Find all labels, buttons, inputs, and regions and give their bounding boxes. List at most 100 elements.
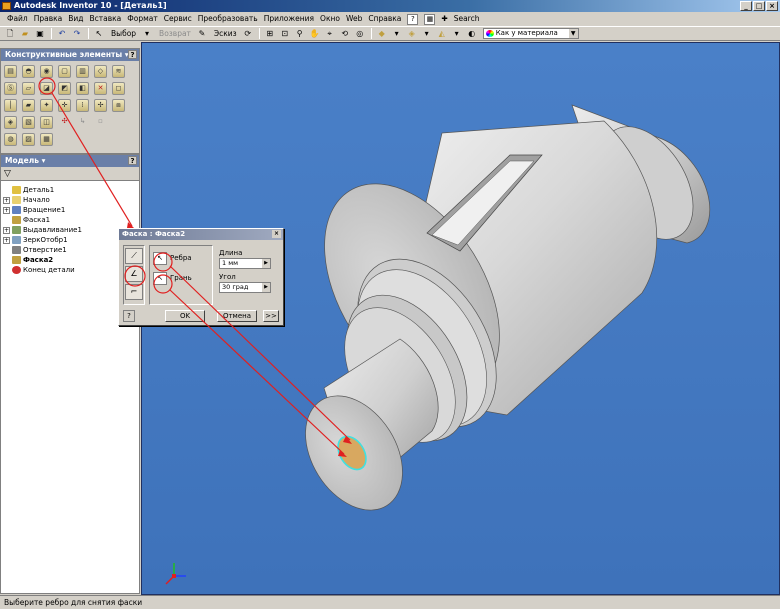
features-help-button[interactable]: ?: [128, 50, 137, 59]
select-arrow-icon[interactable]: ↖: [92, 28, 106, 40]
menu-applications[interactable]: Приложения: [261, 12, 317, 26]
ok-button[interactable]: OK: [165, 310, 205, 322]
parameters-icon[interactable]: ▦: [40, 133, 53, 146]
extrude-icon[interactable]: ▤: [4, 65, 17, 78]
split-icon[interactable]: ✕: [94, 82, 107, 95]
dropdown-arrow-icon[interactable]: ▾: [140, 28, 154, 40]
angle-input[interactable]: 30 град ▶: [219, 282, 271, 293]
loft-icon[interactable]: ◇: [94, 65, 107, 78]
sweep-icon[interactable]: ≋: [112, 65, 125, 78]
coil-icon[interactable]: Ⓢ: [4, 82, 17, 95]
redo-icon[interactable]: ↷: [70, 28, 84, 40]
tree-item-end-of-part[interactable]: Конец детали: [3, 265, 137, 275]
tree-item-origin[interactable]: + Начало: [3, 195, 137, 205]
color-icon[interactable]: ◐: [465, 28, 479, 40]
zoom-icon[interactable]: ⚲: [293, 28, 307, 40]
chamfer-dialog-titlebar[interactable]: Фаска : Фаска2 ×: [119, 229, 283, 240]
menu-window[interactable]: Окно: [317, 12, 343, 26]
save-icon[interactable]: ▣: [33, 28, 47, 40]
move-face-icon[interactable]: ◻: [112, 82, 125, 95]
new-file-icon[interactable]: 🗋: [3, 28, 17, 40]
ipart-icon[interactable]: ▨: [22, 133, 35, 146]
work-point-icon[interactable]: ✦: [40, 99, 53, 112]
mirror-icon[interactable]: ⧈: [112, 99, 125, 112]
face-select-arrow-icon[interactable]: ↖: [153, 271, 167, 285]
sketch-button[interactable]: Эскиз: [210, 28, 241, 40]
work-axis-icon[interactable]: │: [4, 99, 17, 112]
work-feature-dropdown-icon[interactable]: ✣: [58, 116, 71, 129]
help-question-icon[interactable]: ?: [407, 13, 419, 25]
menu-insert[interactable]: Вставка: [87, 12, 125, 26]
expand-icon[interactable]: +: [3, 236, 10, 244]
material-color-combo[interactable]: Как у материала ▼: [482, 28, 579, 39]
angle-arrow-icon[interactable]: ▶: [262, 283, 270, 292]
rectangular-pattern-icon[interactable]: ⁞: [76, 99, 89, 112]
menu-convert[interactable]: Преобразовать: [195, 12, 261, 26]
expand-icon[interactable]: +: [3, 196, 10, 204]
dropdown-arrow-icon[interactable]: ▾: [450, 28, 464, 40]
menu-tools[interactable]: Сервис: [161, 12, 195, 26]
minimize-button[interactable]: _: [740, 1, 752, 11]
two-distances-method-icon[interactable]: ⌐: [125, 284, 143, 300]
face-draft-icon[interactable]: ◧: [76, 82, 89, 95]
menu-edit[interactable]: Правка: [31, 12, 66, 26]
hole-icon[interactable]: ◉: [40, 65, 53, 78]
revolve-icon[interactable]: ◓: [22, 65, 35, 78]
search-link[interactable]: Search: [451, 12, 483, 26]
cancel-button[interactable]: Отмена: [217, 310, 257, 322]
filter-icon[interactable]: ▽: [4, 169, 11, 179]
distance-method-icon[interactable]: ⟋: [125, 248, 143, 264]
menu-web[interactable]: Web: [343, 12, 365, 26]
edges-select-arrow-icon[interactable]: ↖: [153, 251, 167, 265]
shaded-display-icon[interactable]: ◆: [375, 28, 389, 40]
undo-icon[interactable]: ↶: [55, 28, 69, 40]
close-button[interactable]: ×: [766, 1, 778, 11]
features-panel-header[interactable]: Конструктивные элементы ▾ ?: [1, 49, 139, 61]
model-panel-header[interactable]: Модель ▾ ?: [1, 155, 139, 167]
tree-item-revolve[interactable]: + Вращение1: [3, 205, 137, 215]
plus-icon[interactable]: ✚: [438, 12, 450, 26]
return-button[interactable]: Возврат: [155, 28, 195, 40]
tree-item-chamfer2[interactable]: Фаска2: [3, 255, 137, 265]
tree-item-extrude[interactable]: + Выдавливание1: [3, 225, 137, 235]
dialog-help-button[interactable]: ?: [123, 310, 135, 322]
chamfer-icon[interactable]: ◪: [40, 82, 53, 95]
tree-item-mirror[interactable]: + ЗеркОтобр1: [3, 235, 137, 245]
expand-icon[interactable]: +: [3, 206, 10, 214]
camera-icon[interactable]: ◈: [405, 28, 419, 40]
model-help-button[interactable]: ?: [128, 156, 137, 165]
tree-item-chamfer1[interactable]: Фаска1: [3, 215, 137, 225]
grid-icon[interactable]: ▦: [424, 13, 436, 25]
sketch-icon[interactable]: ✎: [195, 28, 209, 40]
promote-icon[interactable]: ◍: [4, 133, 17, 146]
look-at-icon[interactable]: ◎: [353, 28, 367, 40]
menu-format[interactable]: Формат: [124, 12, 160, 26]
dialog-close-icon[interactable]: ×: [272, 230, 281, 238]
rotate-icon[interactable]: ⟲: [338, 28, 352, 40]
tree-item-hole[interactable]: Отверстие1: [3, 245, 137, 255]
dropdown-arrow-icon[interactable]: ▾: [390, 28, 404, 40]
more-button[interactable]: >>: [263, 310, 279, 322]
work-plane-icon[interactable]: ▰: [22, 99, 35, 112]
tree-item-part[interactable]: Деталь1: [3, 185, 137, 195]
emboss-icon[interactable]: ◈: [4, 116, 17, 129]
length-arrow-icon[interactable]: ▶: [262, 259, 270, 268]
update-icon[interactable]: ⟳: [241, 28, 255, 40]
length-input[interactable]: 1 мм ▶: [219, 258, 271, 269]
menu-help[interactable]: Справка: [365, 12, 404, 26]
decal-icon[interactable]: ▧: [22, 116, 35, 129]
distance-angle-method-icon[interactable]: ∠: [125, 266, 143, 282]
circular-pattern-icon[interactable]: ✢: [94, 99, 107, 112]
zoom-all-icon[interactable]: ⊞: [263, 28, 277, 40]
maximize-button[interactable]: □: [753, 1, 765, 11]
thread-icon[interactable]: ▱: [22, 82, 35, 95]
zoom-window-icon[interactable]: ⊡: [278, 28, 292, 40]
pan-icon[interactable]: ✋: [308, 28, 322, 40]
rib-icon[interactable]: ▥: [76, 65, 89, 78]
derived-component-icon[interactable]: ◫: [40, 116, 53, 129]
shell-icon[interactable]: ▢: [58, 65, 71, 78]
expand-icon[interactable]: +: [3, 226, 10, 234]
combo-arrow-icon[interactable]: ▼: [568, 29, 578, 38]
dropdown-arrow-icon[interactable]: ▾: [420, 28, 434, 40]
shadow-icon[interactable]: ◭: [435, 28, 449, 40]
